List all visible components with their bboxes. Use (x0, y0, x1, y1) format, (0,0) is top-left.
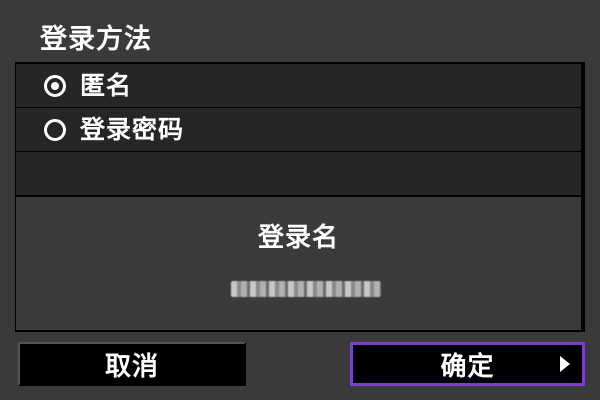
option-login-password-label: 登录密码 (80, 114, 185, 144)
login-method-panel: 匿名 登录密码 登录名 anonymous (15, 62, 585, 332)
page-title: 登录方法 (40, 24, 152, 55)
option-anonymous[interactable]: 匿名 (16, 64, 581, 107)
empty-option-row (16, 152, 581, 195)
arrow-right-icon (560, 356, 570, 372)
radio-selected-icon (44, 74, 66, 97)
ok-button-label: 确定 (440, 351, 495, 382)
ok-button[interactable]: 确定 (350, 342, 585, 386)
login-name-value: anonymous (231, 281, 381, 297)
cancel-button[interactable]: 取消 (18, 342, 246, 386)
option-login-password[interactable]: 登录密码 (16, 108, 581, 151)
login-name-label: 登录名 (257, 223, 339, 253)
login-info-area: 登录名 anonymous (16, 197, 581, 330)
option-anonymous-label: 匿名 (80, 70, 133, 100)
radio-unselected-icon (44, 118, 66, 141)
